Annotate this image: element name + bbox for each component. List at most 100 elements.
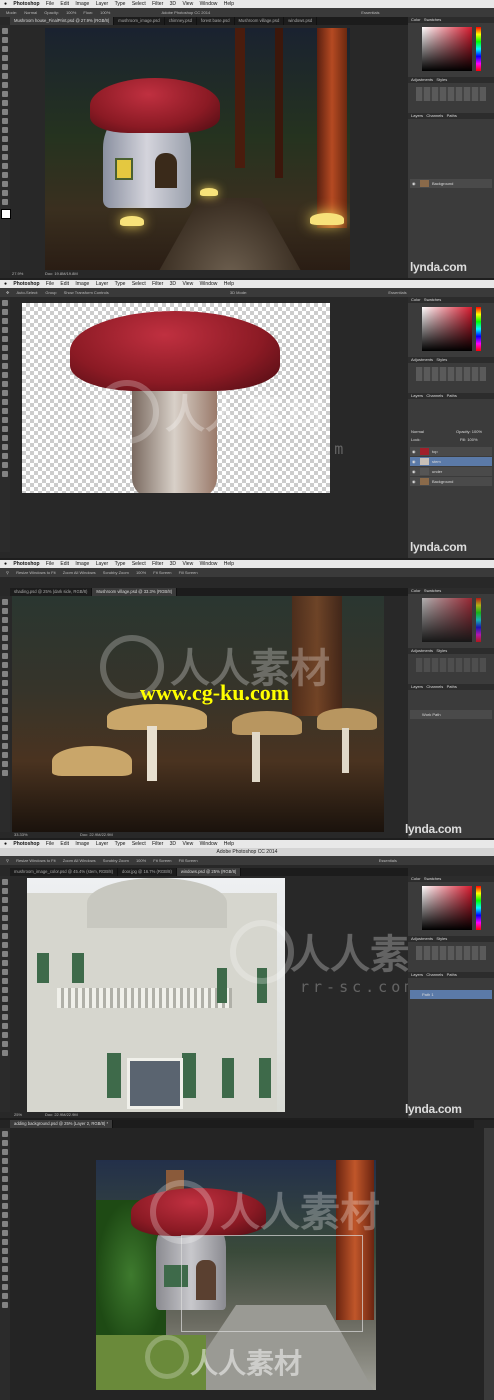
color-panel-tab[interactable]: Color Swatches	[408, 876, 494, 882]
scrollbar[interactable]	[484, 1128, 494, 1400]
menu-layer[interactable]: Layer	[96, 281, 109, 287]
menu-view[interactable]: View	[182, 281, 193, 287]
quick-select-tool-icon[interactable]	[2, 55, 8, 61]
eye-icon[interactable]: ◉	[412, 467, 416, 476]
dodge-tool-icon[interactable]	[2, 1248, 8, 1254]
zoom-tool-icon[interactable]: ⚲	[6, 570, 9, 575]
lasso-tool-icon[interactable]	[2, 897, 8, 903]
menu-select[interactable]: Select	[132, 841, 146, 847]
blur-tool-icon[interactable]	[2, 408, 8, 414]
hue-slider[interactable]	[476, 598, 481, 642]
color-panel-tab[interactable]: Color Swatches	[408, 588, 494, 594]
layers-panel-tab[interactable]: Layers Channels Paths	[408, 393, 494, 399]
zoom-100-button[interactable]: 100%	[136, 858, 146, 863]
workspace-switcher[interactable]: Essentials	[361, 10, 379, 15]
opacity-field[interactable]: Opacity: 100%	[456, 429, 482, 434]
fill-screen-button[interactable]: Fill Screen	[179, 570, 198, 575]
marquee-tool-icon[interactable]	[2, 1140, 8, 1146]
quick-select-tool-icon[interactable]	[2, 327, 8, 333]
menu-type[interactable]: Type	[115, 561, 126, 567]
hand-tool-icon[interactable]	[2, 1041, 8, 1047]
menu-window[interactable]: Window	[200, 841, 218, 847]
menu-edit[interactable]: Edit	[60, 1, 69, 7]
dodge-tool-icon[interactable]	[2, 996, 8, 1002]
adjustment-icons[interactable]	[416, 367, 486, 381]
eraser-tool-icon[interactable]	[2, 390, 8, 396]
menu-3d[interactable]: 3D	[170, 841, 176, 847]
stamp-tool-icon[interactable]	[2, 951, 8, 957]
path-select-tool-icon[interactable]	[2, 444, 8, 450]
menu-image[interactable]: Image	[75, 841, 89, 847]
hand-tool-icon[interactable]	[2, 761, 8, 767]
blur-tool-icon[interactable]	[2, 136, 8, 142]
menu-type[interactable]: Type	[115, 281, 126, 287]
doc-tab[interactable]: Mushroom house_FinalPrint.psd @ 27.9% (R…	[10, 17, 115, 25]
blend-mode-select[interactable]: Normal	[411, 429, 424, 434]
menu-type[interactable]: Type	[115, 1, 126, 7]
menu-select[interactable]: Select	[132, 281, 146, 287]
lasso-tool-icon[interactable]	[2, 46, 8, 52]
crop-tool-icon[interactable]	[2, 635, 8, 641]
layer-row[interactable]: ◉ Background	[410, 179, 492, 188]
brush-tool-icon[interactable]	[2, 662, 8, 668]
pen-tool-icon[interactable]	[2, 725, 8, 731]
doc-tab[interactable]: mushroom_image_color.psd @ 45.4% (stem, …	[10, 868, 118, 876]
dodge-tool-icon[interactable]	[2, 417, 8, 423]
menu-window[interactable]: Window	[200, 281, 218, 287]
menu-help[interactable]: Help	[224, 841, 234, 847]
menu-3d[interactable]: 3D	[170, 1, 176, 7]
blur-tool-icon[interactable]	[2, 707, 8, 713]
shape-tool-icon[interactable]	[2, 181, 8, 187]
gradient-tool-icon[interactable]	[2, 399, 8, 405]
menu-image[interactable]: Image	[75, 1, 89, 7]
hue-slider[interactable]	[476, 27, 481, 71]
app-menu[interactable]: Photoshop	[13, 841, 39, 847]
menu-3d[interactable]: 3D	[170, 281, 176, 287]
menu-layer[interactable]: Layer	[96, 561, 109, 567]
crop-tool-icon[interactable]	[2, 336, 8, 342]
menu-view[interactable]: View	[182, 1, 193, 7]
menu-select[interactable]: Select	[132, 561, 146, 567]
marquee-tool-icon[interactable]	[2, 608, 8, 614]
brush-tool-icon[interactable]	[2, 1194, 8, 1200]
menu-image[interactable]: Image	[75, 281, 89, 287]
move-tool-icon[interactable]	[2, 300, 8, 306]
type-tool-icon[interactable]	[2, 734, 8, 740]
history-brush-icon[interactable]	[2, 1212, 8, 1218]
doc-tab[interactable]: shading.psd @ 25% (dark side, RGB/8)	[10, 588, 93, 596]
history-brush-icon[interactable]	[2, 109, 8, 115]
apple-icon[interactable]: ●	[4, 561, 7, 567]
blur-tool-icon[interactable]	[2, 1239, 8, 1245]
fill-field[interactable]: Fill: 100%	[460, 437, 478, 442]
eyedropper-tool-icon[interactable]	[2, 644, 8, 650]
eyedropper-tool-icon[interactable]	[2, 924, 8, 930]
path-select-tool-icon[interactable]	[2, 172, 8, 178]
eyedropper-tool-icon[interactable]	[2, 345, 8, 351]
lasso-tool-icon[interactable]	[2, 617, 8, 623]
doc-tab[interactable]: Mushroom village.psd	[235, 17, 285, 25]
menu-help[interactable]: Help	[224, 1, 234, 7]
color-panel-tab[interactable]: Color Swatches	[408, 17, 494, 23]
shape-tool-icon[interactable]	[2, 1032, 8, 1038]
move-tool-icon[interactable]	[2, 28, 8, 34]
healing-tool-icon[interactable]	[2, 82, 8, 88]
zoom-tool-icon[interactable]	[2, 471, 8, 477]
zoom-100-button[interactable]: 100%	[136, 570, 146, 575]
hue-slider[interactable]	[476, 307, 481, 351]
doc-tab[interactable]: door.jpg @ 16.7% (RGB/8)	[118, 868, 177, 876]
zoom-all-checkbox[interactable]: Zoom All Windows	[63, 858, 96, 863]
path-select-tool-icon[interactable]	[2, 743, 8, 749]
scrubby-zoom-checkbox[interactable]: Scrubby Zoom	[103, 570, 129, 575]
menu-3d[interactable]: 3D	[170, 561, 176, 567]
lasso-tool-icon[interactable]	[2, 318, 8, 324]
eraser-tool-icon[interactable]	[2, 689, 8, 695]
color-picker[interactable]	[422, 307, 472, 351]
move-tool-icon[interactable]	[2, 1131, 8, 1137]
apple-icon[interactable]: ●	[4, 281, 7, 287]
color-swatch-icon[interactable]	[1, 209, 11, 219]
eraser-tool-icon[interactable]	[2, 969, 8, 975]
menu-file[interactable]: File	[46, 281, 54, 287]
layers-panel-tab[interactable]: Layers Channels Paths	[408, 684, 494, 690]
move-tool-icon[interactable]	[2, 599, 8, 605]
pen-tool-icon[interactable]	[2, 426, 8, 432]
